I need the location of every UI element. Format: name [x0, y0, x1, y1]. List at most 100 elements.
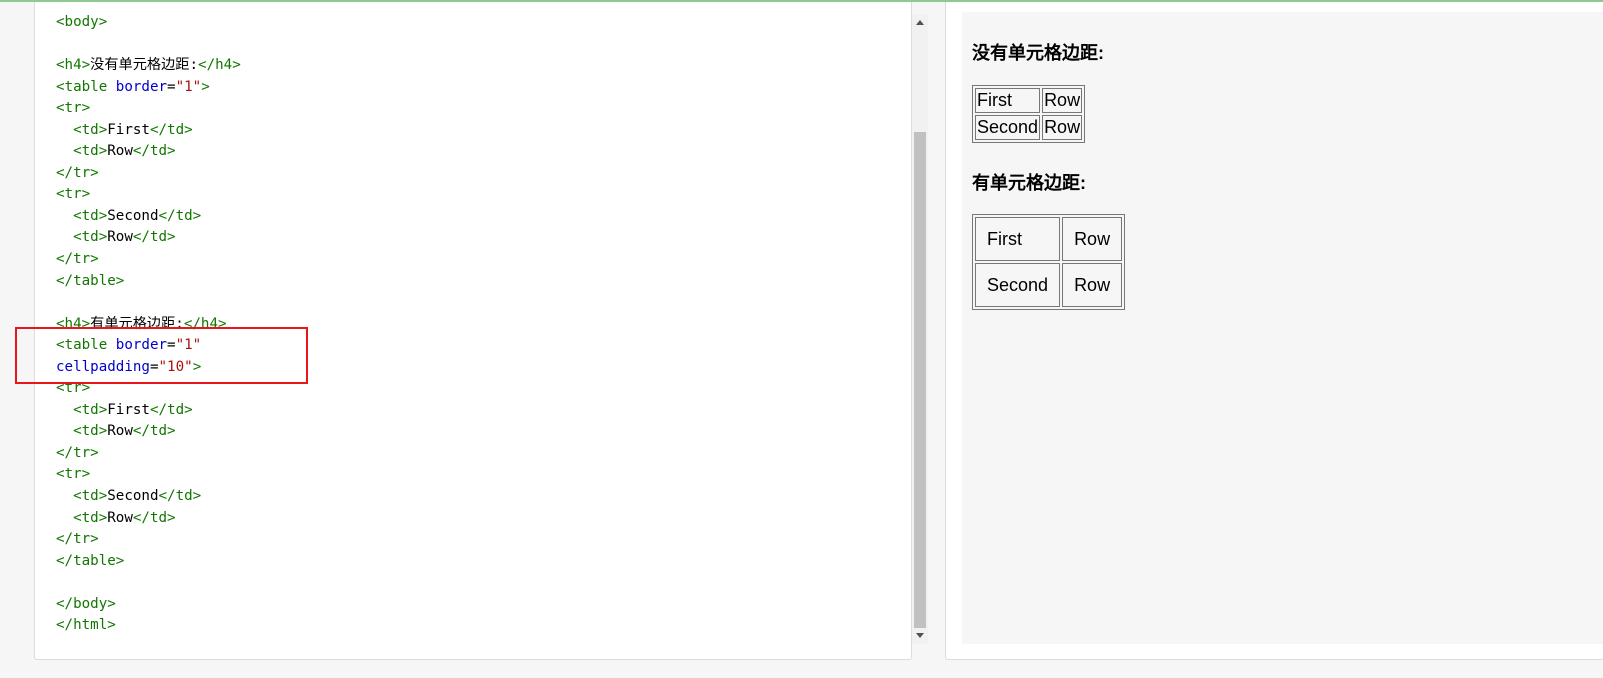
- code-line[interactable]: <td>Row</td>: [56, 227, 876, 249]
- code-token: Second: [107, 488, 159, 505]
- code-token: <td>: [56, 488, 108, 505]
- code-token: </td>: [158, 207, 202, 224]
- code-token: </td>: [158, 488, 202, 505]
- table-cell: Row: [1062, 217, 1123, 261]
- code-token: </td>: [149, 401, 193, 418]
- code-line[interactable]: [56, 572, 876, 594]
- code-token: "1": [175, 78, 202, 95]
- code-line[interactable]: <tr>: [56, 98, 876, 120]
- code-token: Row: [107, 143, 133, 160]
- scrollbar-thumb[interactable]: [914, 132, 926, 628]
- code-line[interactable]: </tr>: [56, 249, 876, 271]
- code-line[interactable]: <tr>: [56, 378, 876, 400]
- code-token: =: [167, 337, 176, 354]
- table-row: First Row: [975, 217, 1123, 261]
- code-token: <td>: [56, 121, 108, 138]
- code-line[interactable]: </tr>: [56, 529, 876, 551]
- code-token: First: [107, 401, 150, 418]
- code-line[interactable]: <td>Row</td>: [56, 508, 876, 530]
- code-line[interactable]: </table>: [56, 271, 876, 293]
- code-token: "1": [175, 337, 202, 354]
- code-token: <td>: [56, 423, 108, 440]
- code-line[interactable]: </tr>: [56, 443, 876, 465]
- code-line[interactable]: <tr>: [56, 184, 876, 206]
- code-token: <body>: [56, 14, 108, 30]
- code-line[interactable]: <h4>有单元格边距:</h4>: [56, 314, 876, 336]
- code-line[interactable]: cellpadding="10">: [56, 357, 876, 379]
- code-token: <tr>: [56, 186, 91, 203]
- code-token: </table>: [56, 552, 125, 569]
- code-editor-panel[interactable]: <body> <h4>没有单元格边距:</h4> <table border="1…: [34, 2, 928, 660]
- code-token: First: [107, 121, 150, 138]
- code-token: >: [192, 358, 202, 375]
- code-token: <tr>: [56, 466, 91, 483]
- code-line[interactable]: <table border="1">: [56, 77, 876, 99]
- code-line[interactable]: [56, 34, 876, 56]
- arrow-up-icon: [916, 20, 924, 25]
- code-token: </tr>: [56, 444, 99, 461]
- code-line[interactable]: <td>First</td>: [56, 120, 876, 142]
- code-token: <td>: [56, 401, 108, 418]
- code-editor[interactable]: <body> <h4>没有单元格边距:</h4> <table border="1…: [56, 12, 876, 637]
- code-line[interactable]: <td>Second</td>: [56, 206, 876, 228]
- table-cell: First: [975, 217, 1061, 261]
- code-token: </table>: [56, 272, 125, 289]
- arrow-down-icon: [916, 633, 924, 638]
- code-token: border: [115, 78, 168, 95]
- table-cell: Row: [1062, 263, 1123, 307]
- code-token: =: [149, 358, 159, 375]
- code-token: <table: [56, 78, 116, 95]
- code-line[interactable]: <td>Second</td>: [56, 486, 876, 508]
- code-line[interactable]: <td>Row</td>: [56, 421, 876, 443]
- code-token: </tr>: [56, 531, 99, 548]
- code-token: "10": [158, 358, 193, 375]
- heading-no-padding: 没有单元格边距:: [972, 43, 1104, 63]
- code-token: </h4>: [183, 315, 227, 332]
- code-token: </td>: [132, 229, 176, 246]
- scroll-up-button[interactable]: [912, 14, 928, 30]
- table-cell: Row: [1042, 115, 1083, 140]
- code-token: 没有单元格边距:: [90, 57, 199, 74]
- code-token: border: [115, 337, 168, 354]
- table-row: First Row: [975, 88, 1083, 113]
- code-token: </tr>: [56, 251, 99, 268]
- code-line[interactable]: <td>Row</td>: [56, 141, 876, 163]
- code-line[interactable]: </table>: [56, 551, 876, 573]
- code-line[interactable]: <td>First</td>: [56, 400, 876, 422]
- table-no-padding: First Row Second Row: [972, 85, 1086, 143]
- code-token: Row: [107, 229, 133, 246]
- code-token: <td>: [56, 143, 108, 160]
- code-token: <tr>: [56, 380, 91, 397]
- table-row: Second Row: [975, 115, 1083, 140]
- code-token: </h4>: [198, 57, 241, 74]
- code-token: <td>: [56, 207, 108, 224]
- code-token: Second: [107, 207, 159, 224]
- code-line[interactable]: </html>: [56, 615, 876, 637]
- code-token: </td>: [132, 509, 176, 526]
- code-token: </body>: [56, 595, 116, 612]
- code-line[interactable]: <body>: [56, 12, 876, 34]
- code-line[interactable]: <table border="1": [56, 335, 876, 357]
- editor-scrollbar[interactable]: [912, 14, 928, 644]
- code-line[interactable]: </body>: [56, 594, 876, 616]
- code-line[interactable]: [56, 292, 876, 314]
- table-with-padding: First Row Second Row: [972, 214, 1126, 310]
- table-cell: Row: [1042, 88, 1083, 113]
- code-line[interactable]: <h4>没有单元格边距:</h4>: [56, 55, 876, 77]
- code-token: =: [167, 78, 176, 95]
- code-line[interactable]: </tr>: [56, 163, 876, 185]
- code-token: Row: [107, 509, 133, 526]
- code-line[interactable]: <tr>: [56, 464, 876, 486]
- scroll-down-button[interactable]: [912, 628, 928, 644]
- code-token: <h4>: [56, 57, 91, 74]
- code-token: <tr>: [56, 100, 91, 117]
- code-token: </td>: [149, 121, 193, 138]
- code-token: <td>: [56, 509, 108, 526]
- code-token: </html>: [56, 617, 116, 634]
- code-token: <h4>: [56, 315, 91, 332]
- code-token: </td>: [132, 143, 176, 160]
- code-token: <td>: [56, 229, 108, 246]
- code-token: </td>: [132, 423, 176, 440]
- table-cell: Second: [975, 115, 1041, 140]
- code-token: Row: [107, 423, 133, 440]
